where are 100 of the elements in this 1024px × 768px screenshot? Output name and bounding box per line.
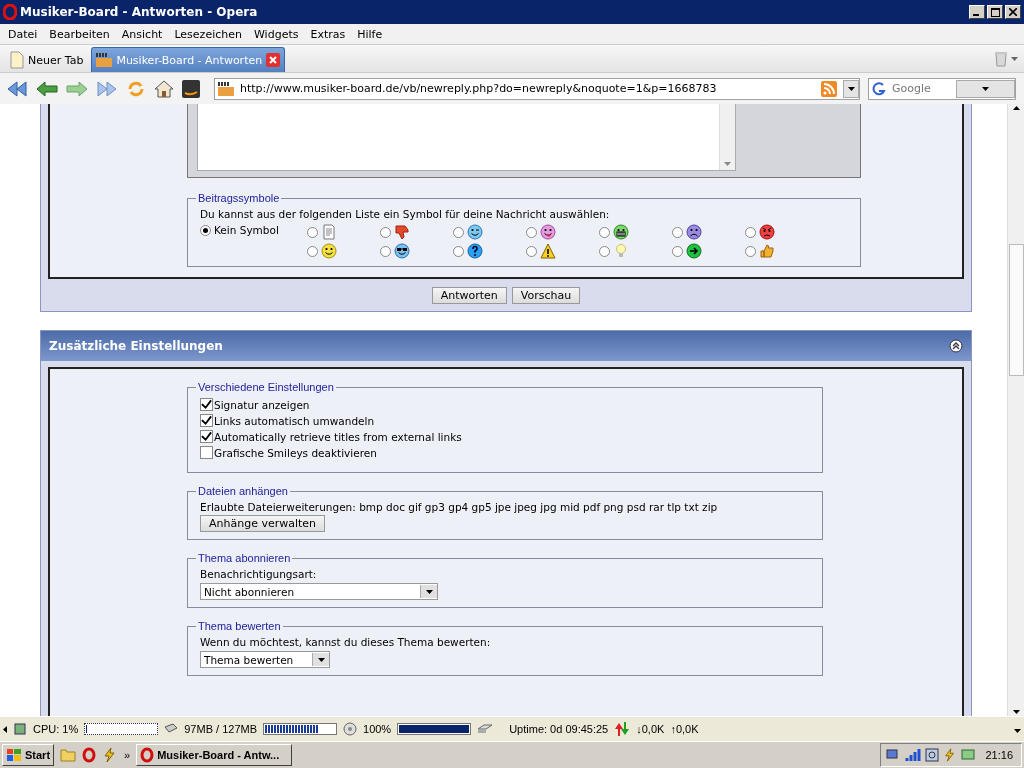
radio-button[interactable] [200, 224, 211, 236]
file-types-text: Erlaubte Dateierweiterungen: bmp doc gif gp3 gp4 gp5 jpe jpeg jpg mid pdf png psd rar tlp txt zip [200, 501, 719, 513]
uptime-text: Uptime: 0d 09:45:25 [509, 723, 609, 736]
rating-prompt: Wenn du möchtest, kannst du dieses Thema bewerten: [200, 636, 492, 648]
window-title: Musiker-Board - Antworten - Opera [20, 5, 258, 19]
caret-icon [1012, 106, 1020, 110]
menu-item[interactable]: Extras [304, 25, 352, 43]
radio-button[interactable] [453, 245, 464, 257]
page-scrollbar[interactable] [1007, 104, 1024, 717]
notification-select[interactable]: Nicht abonnieren [200, 583, 438, 600]
trash-icon[interactable] [994, 50, 1008, 67]
close-button[interactable] [1005, 5, 1021, 19]
taskbar-button[interactable]: Musiker-Board - Antw... [136, 744, 293, 767]
radio-button[interactable] [526, 226, 537, 238]
group-legend: Beitragssymbole [196, 192, 282, 204]
radio-button[interactable] [307, 245, 318, 257]
sunglasses-smiley-icon [394, 243, 410, 259]
rewind-icon[interactable] [6, 79, 28, 98]
grin-smiley-icon [613, 224, 629, 240]
radio-button[interactable] [453, 226, 464, 238]
windows-logo-icon [6, 748, 22, 763]
maximize-button[interactable] [987, 5, 1003, 19]
network-arrows-icon [614, 722, 631, 737]
collapse-icon[interactable] [949, 339, 963, 353]
checkbox[interactable] [200, 430, 213, 443]
radio-button[interactable] [380, 226, 391, 238]
checkbox[interactable] [200, 446, 213, 459]
wink-smiley-icon [467, 224, 483, 240]
upload-rate: ↑0,0K [670, 723, 699, 736]
question-icon [467, 243, 483, 259]
scroll-left-icon[interactable] [3, 725, 7, 733]
search-engine-icon [872, 81, 886, 96]
opera-logo-icon [140, 747, 155, 764]
status-text: CPU: 1% [33, 723, 79, 736]
group-legend: Thema bewerten [196, 620, 283, 632]
field-label: Benachrichtigungsart: [200, 568, 318, 580]
dropdown-button[interactable] [843, 79, 859, 98]
minimize-button[interactable] [969, 5, 985, 19]
radio-button[interactable] [599, 226, 610, 238]
radio-button[interactable] [307, 226, 318, 238]
rating-select[interactable]: Thema bewerten [200, 651, 330, 668]
radio-button[interactable] [672, 226, 683, 238]
sad-smiley-icon [686, 224, 702, 240]
caret-icon [1011, 56, 1018, 61]
checkbox-label: Links automatisch umwandeln [214, 414, 375, 427]
folder-icon[interactable] [60, 748, 77, 763]
caret-icon [1014, 729, 1021, 734]
checkbox-label: Grafische Smileys deaktivieren [214, 446, 377, 459]
rss-feed-icon[interactable] [821, 80, 837, 97]
radio-button[interactable] [599, 245, 610, 257]
menu-item[interactable]: Bearbeiten [43, 25, 116, 43]
menu-item[interactable]: Lesezeichen [168, 25, 248, 43]
menu-item[interactable]: Ansicht [115, 25, 169, 43]
caret-icon [724, 162, 731, 166]
maximize-icon [990, 7, 1000, 17]
forward-icon[interactable] [66, 79, 88, 98]
caret-icon [981, 86, 989, 91]
site-icon [96, 53, 113, 67]
form-button[interactable]: Vorschau [511, 287, 581, 304]
address-field[interactable]: http://www.musiker-board.de/vb/newreply.php?do=newreply&noquote=1&p=1668783 [214, 77, 860, 100]
group-legend: Thema abonnieren [196, 552, 293, 564]
radio-button[interactable] [745, 245, 756, 257]
drive-icon [477, 723, 494, 736]
opera-logo-icon[interactable] [82, 747, 97, 764]
shortcut-icon[interactable] [182, 79, 200, 98]
post-icons-prompt: Du kannst aus der folgenden Liste ein Symbol für deine Nachricht auswählen: [200, 208, 611, 220]
checkbox[interactable] [200, 414, 213, 427]
menu-item[interactable]: Hilfe [351, 25, 389, 43]
page-icon [10, 51, 24, 69]
angry-smiley-icon [759, 224, 775, 240]
radio-button[interactable] [526, 245, 537, 257]
monitor-icon [961, 748, 976, 763]
scrollbar-thumb[interactable] [1008, 244, 1024, 376]
menu-item[interactable]: Datei [2, 25, 44, 43]
radio-button[interactable] [745, 226, 756, 238]
radio-button[interactable] [672, 245, 683, 257]
site-icon [218, 81, 234, 96]
back-icon[interactable] [36, 79, 58, 98]
settings-title: Zusätzliche Einstellungen [49, 339, 223, 353]
search-field[interactable]: Google [868, 77, 1016, 100]
radio-button[interactable] [380, 245, 391, 257]
signal-icon [905, 748, 922, 763]
more-chevron[interactable]: » [124, 749, 131, 762]
thumbs-up-icon [759, 243, 775, 259]
smiley-icon [321, 243, 337, 259]
group-legend: Dateien anhängen [196, 485, 290, 497]
option-label: Kein Symbol [214, 224, 279, 236]
form-button[interactable]: Antworten [431, 287, 507, 304]
menu-item[interactable]: Widgets [248, 25, 305, 43]
manage-attachments-button[interactable]: Anhänge verwalten [200, 515, 326, 532]
home-icon[interactable] [154, 78, 174, 99]
start-button[interactable]: Start [2, 744, 55, 767]
fast-forward-icon[interactable] [96, 79, 118, 98]
settings-header[interactable]: Zusätzliche Einstellungen [41, 331, 971, 361]
group-legend: Verschiedene Einstellungen [196, 381, 336, 393]
status-text: 100% [363, 723, 392, 736]
checkbox[interactable] [200, 398, 213, 411]
warning-icon [540, 243, 556, 259]
browser-tab[interactable]: Neuer Tab [6, 48, 88, 72]
close-icon[interactable] [266, 53, 281, 67]
